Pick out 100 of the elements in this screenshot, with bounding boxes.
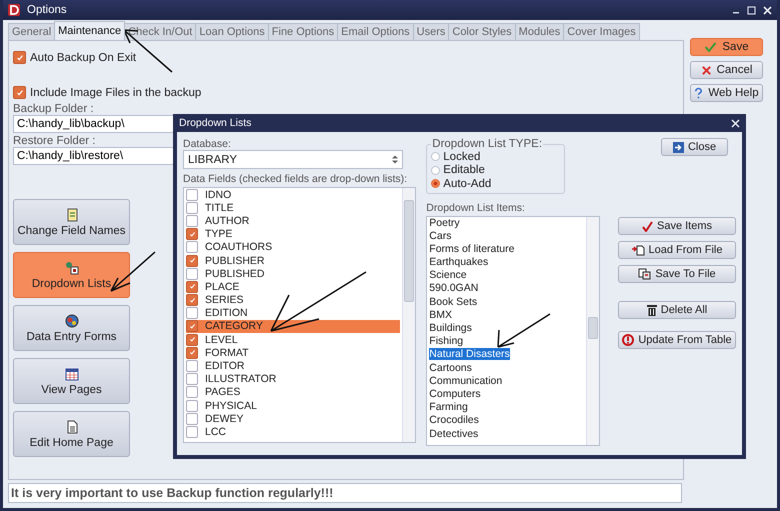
nav-button[interactable]: Dropdown Lists (13, 252, 130, 298)
list-item[interactable]: Farming (429, 401, 584, 414)
list-item[interactable]: CATEGORY (186, 320, 400, 334)
group-label: Dropdown List TYPE: (431, 138, 544, 150)
list-item[interactable]: Poetry (429, 216, 584, 230)
checkbox[interactable] (13, 51, 26, 64)
scrollbar[interactable] (402, 188, 416, 442)
list-item[interactable]: Fishing (429, 335, 584, 348)
tab[interactable]: Loan Options (195, 23, 269, 40)
list-item[interactable]: Earthquakes (429, 256, 584, 270)
checkbox[interactable] (13, 86, 26, 99)
tab[interactable]: Fine Options (268, 23, 338, 40)
list-item[interactable]: PHYSICAL (186, 399, 400, 412)
list-item[interactable]: IDNO (186, 188, 400, 202)
list-action-button[interactable]: Load From File (618, 241, 736, 259)
list-item[interactable]: Communication (429, 374, 584, 388)
checkmark-icon (188, 230, 196, 238)
list-item[interactable]: DEWEY (186, 412, 400, 426)
list-item[interactable]: TITLE (186, 201, 400, 214)
tab[interactable]: Modules (514, 23, 564, 40)
maximize-icon[interactable] (747, 6, 756, 14)
alert-icon (622, 334, 634, 346)
list-item[interactable]: FORMAT (186, 346, 400, 360)
list-item[interactable]: Cartoons (429, 362, 584, 375)
checkbox[interactable] (186, 360, 198, 372)
nav-button[interactable]: Edit Home Page (13, 411, 130, 457)
checkbox[interactable] (186, 386, 198, 398)
checkbox[interactable] (186, 280, 198, 293)
database-select[interactable]: LIBRARY (183, 150, 403, 169)
list-action-button[interactable]: Save To File (618, 265, 736, 283)
checkbox[interactable] (186, 188, 198, 201)
nav-button[interactable]: View Pages (13, 358, 130, 404)
list-item[interactable]: PUBLISHED (186, 267, 400, 280)
checkbox[interactable] (186, 228, 198, 240)
radio-button[interactable] (431, 152, 440, 162)
list-item[interactable]: ILLUSTRATOR (186, 372, 400, 386)
document-icon (64, 208, 78, 222)
action-button[interactable]: Web Help (690, 84, 763, 102)
list-item[interactable]: Computers (429, 388, 584, 402)
close-button[interactable]: Close (661, 138, 728, 156)
list-item[interactable]: BMX (429, 308, 584, 322)
list-item[interactable]: Science (429, 269, 584, 282)
list-item[interactable]: Natural Disasters (429, 348, 584, 362)
nav-button[interactable]: Change Field Names (13, 199, 130, 245)
checkbox[interactable] (186, 214, 198, 227)
cross-icon (700, 64, 712, 76)
list-item[interactable]: PAGES (186, 386, 400, 399)
checkbox[interactable] (186, 412, 198, 425)
list-item[interactable]: COAUTHORS (186, 240, 400, 254)
list-item[interactable]: EDITOR (186, 359, 400, 373)
radio-label: Editable (443, 164, 485, 176)
close-icon[interactable] (763, 6, 772, 14)
list-action-button[interactable]: Save Items (618, 217, 736, 235)
checkbox[interactable] (186, 346, 198, 359)
checkbox[interactable] (186, 307, 198, 320)
checkbox[interactable] (186, 400, 198, 412)
list-item[interactable]: Forms of literature (429, 242, 584, 256)
status-field[interactable]: It is very important to use Backup function regularly!!! (8, 483, 682, 503)
list-item[interactable]: LCC (186, 425, 400, 439)
checkbox[interactable] (186, 241, 198, 254)
action-button[interactable]: Save (690, 38, 763, 56)
tab[interactable]: Email Options (337, 23, 414, 40)
checkbox[interactable] (186, 373, 198, 386)
tab[interactable]: Color Styles (448, 23, 516, 40)
list-action-button[interactable]: Update From Table (618, 331, 736, 349)
list-item[interactable]: TYPE (186, 228, 400, 241)
trash-icon (646, 304, 657, 316)
radio-button[interactable] (431, 166, 440, 175)
list-item[interactable]: Buildings (429, 322, 584, 336)
list-item[interactable]: LEVEL (186, 333, 400, 346)
checkbox[interactable] (186, 294, 198, 306)
list-item[interactable]: 590.0GAN (429, 282, 584, 296)
checkbox[interactable] (186, 426, 198, 438)
radio-button[interactable] (431, 179, 440, 188)
checkbox[interactable] (186, 268, 198, 280)
nav-button[interactable]: Data Entry Forms (13, 305, 130, 351)
action-button[interactable]: Cancel (690, 61, 763, 79)
list-item[interactable]: SERIES (186, 294, 400, 307)
close-icon[interactable] (731, 118, 740, 128)
list-item[interactable]: PUBLISHER (186, 254, 400, 268)
list-item[interactable]: EDITION (186, 306, 400, 320)
list-item[interactable]: Crocodiles (429, 414, 584, 428)
globe-icon (64, 314, 78, 328)
tab[interactable]: Users (412, 23, 450, 40)
list-item[interactable]: Cars (429, 230, 584, 243)
checkbox[interactable] (186, 202, 198, 214)
tab[interactable]: Cover Images (563, 23, 640, 40)
checkbox[interactable] (186, 254, 198, 267)
tab[interactable]: General (8, 23, 56, 40)
list-action-button[interactable]: Delete All (618, 301, 736, 319)
arrow (110, 251, 156, 292)
tab[interactable]: Check In/Out (124, 23, 196, 40)
page-icon (64, 420, 78, 434)
list-item[interactable]: AUTHOR (186, 214, 400, 228)
list-item[interactable]: Detectives (429, 428, 584, 441)
list-item[interactable]: PLACE (186, 280, 400, 294)
checkbox[interactable] (186, 320, 198, 332)
checkbox[interactable] (186, 334, 198, 346)
list-item[interactable]: Book Sets (429, 296, 584, 309)
scrollbar[interactable] (586, 216, 599, 444)
